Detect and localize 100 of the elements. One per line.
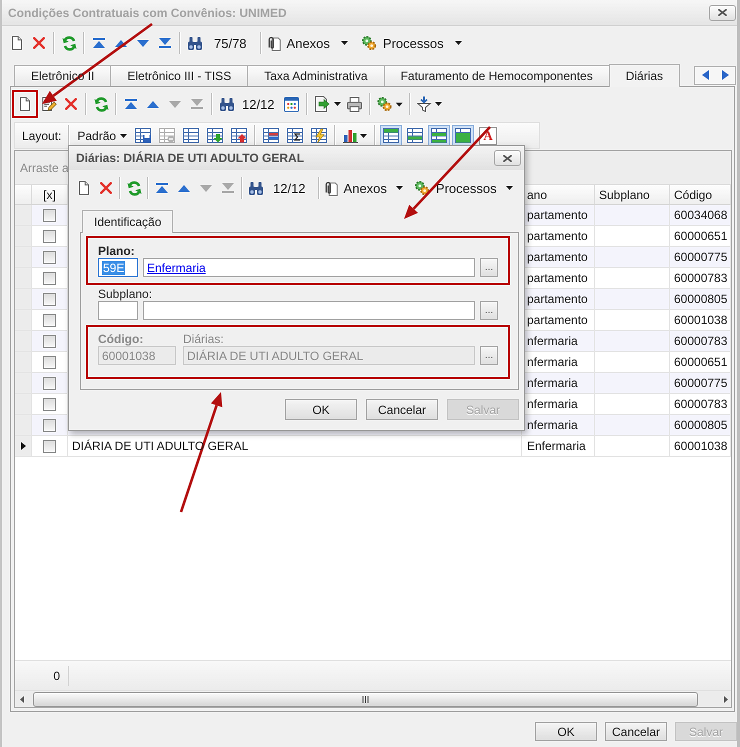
table-cell: 60000775 <box>670 247 731 267</box>
processes-menu-button[interactable]: Processos <box>412 176 516 200</box>
table-cell: 60000651 <box>670 226 731 246</box>
close-button[interactable] <box>709 4 736 20</box>
delete-icon[interactable] <box>65 98 77 110</box>
binoculars-icon[interactable] <box>249 182 263 194</box>
scroll-left-icon[interactable] <box>20 696 24 702</box>
table-cell: 60000783 <box>670 331 731 351</box>
toolbar-label: Layout: <box>22 128 62 142</box>
table-up-arrow-icon[interactable] <box>231 128 248 143</box>
cancel-button[interactable]: Cancelar <box>366 399 438 420</box>
delete-icon[interactable] <box>100 182 112 194</box>
column-header: Subplano <box>595 185 670 204</box>
layout-dropdown[interactable]: Padrão <box>73 124 132 146</box>
table-rows-icon[interactable] <box>263 128 280 143</box>
table-cell: 60000775 <box>670 373 731 393</box>
checkbox[interactable] <box>43 272 56 284</box>
footer-count: 0 <box>15 666 69 686</box>
scrollbar-thumb[interactable] <box>33 692 698 706</box>
table-icon[interactable] <box>183 128 200 143</box>
input-field[interactable] <box>143 301 475 320</box>
table-cell: 60001038 <box>670 436 731 456</box>
scroll-right-icon[interactable] <box>722 70 728 80</box>
attachments-menu-button[interactable]: Anexos <box>322 176 406 200</box>
next-icon[interactable] <box>137 40 149 46</box>
checkbox[interactable] <box>43 334 56 348</box>
new-document-icon[interactable] <box>12 36 22 50</box>
close-button[interactable] <box>494 150 521 166</box>
gears-icon <box>362 36 377 50</box>
refresh-icon[interactable] <box>94 96 108 112</box>
binoculars-icon[interactable] <box>220 98 234 110</box>
tab[interactable]: Identificação <box>82 210 174 233</box>
close-icon <box>718 9 727 16</box>
previous-icon[interactable] <box>115 40 127 46</box>
new-document-icon[interactable] <box>20 97 30 111</box>
first-icon[interactable] <box>93 38 105 48</box>
attachments-menu-button[interactable]: Anexos <box>264 31 351 55</box>
binoculars-icon[interactable] <box>188 36 202 50</box>
field-label: Subplano: <box>98 287 152 301</box>
record-counter: 75/78 <box>214 36 247 50</box>
table-floppy-icon[interactable] <box>135 128 152 143</box>
field-label: Plano: <box>98 244 135 258</box>
field-label: Diárias: <box>183 332 224 346</box>
first-icon[interactable] <box>156 183 168 193</box>
cancel-button[interactable]: Cancelar <box>605 722 667 741</box>
previous-icon[interactable] <box>147 100 159 108</box>
caret-icon <box>120 134 128 138</box>
ok-button[interactable]: OK <box>285 399 357 420</box>
checkbox[interactable] <box>43 418 56 432</box>
paperclip-icon <box>268 36 281 50</box>
sigma-table-icon[interactable] <box>287 128 304 143</box>
ok-button[interactable]: OK <box>535 722 597 741</box>
record-counter: 12/12 <box>242 96 275 112</box>
tab[interactable]: Faturamento de Hemocomponentes <box>384 65 610 86</box>
checkbox[interactable] <box>43 314 56 326</box>
checkbox[interactable] <box>43 398 56 410</box>
table-cell: 60034068 <box>670 205 731 225</box>
tab[interactable]: Diárias <box>608 64 680 87</box>
delete-icon[interactable] <box>33 37 45 49</box>
processes-menu-button[interactable]: Processos <box>358 31 465 55</box>
table-down-arrow-icon[interactable] <box>207 128 224 143</box>
grid-dots-icon[interactable] <box>284 96 300 112</box>
browse-button[interactable]: ... <box>480 258 498 277</box>
dialog-title: Diárias: DIÁRIA DE UTI ADULTO GERAL <box>76 151 304 165</box>
checkbox[interactable] <box>43 208 56 222</box>
gears-dropdown-icon[interactable] <box>376 96 403 112</box>
checkbox[interactable] <box>43 356 56 368</box>
checkbox[interactable] <box>43 230 56 242</box>
table-cell: 60000805 <box>670 289 731 309</box>
table-striped-icon[interactable] <box>428 125 450 146</box>
table-cell: 60000805 <box>670 415 731 435</box>
scrollbar[interactable] <box>15 690 731 707</box>
first-icon[interactable] <box>125 99 137 109</box>
table-cell: 60000783 <box>670 268 731 288</box>
new-document-icon[interactable] <box>79 181 89 195</box>
refresh-icon[interactable] <box>126 180 142 196</box>
input-field[interactable]: Enfermaria <box>143 258 475 277</box>
browse-button[interactable]: ... <box>480 301 498 320</box>
funnel-dropdown-icon[interactable] <box>416 96 442 112</box>
field-label: Código: <box>98 332 144 346</box>
row-header[interactable] <box>15 436 32 456</box>
bar-chart-dropdown-icon[interactable] <box>343 128 368 143</box>
scroll-left-icon[interactable] <box>702 70 708 80</box>
scroll-right-icon[interactable] <box>724 696 728 702</box>
table-top-row-icon[interactable] <box>380 125 402 146</box>
refresh-icon[interactable] <box>62 36 76 50</box>
checkbox[interactable] <box>43 440 56 452</box>
document-arrow-dropdown-icon[interactable] <box>314 96 341 112</box>
checkbox[interactable] <box>43 376 56 390</box>
last-icon[interactable] <box>159 38 171 48</box>
checkbox[interactable] <box>43 250 56 264</box>
table-cell: 60001038 <box>670 310 731 330</box>
printer-icon[interactable] <box>347 96 362 112</box>
lightning-table-icon[interactable] <box>311 128 328 143</box>
tab[interactable]: Eletrônico III - TISS <box>110 65 248 86</box>
input-field[interactable] <box>98 301 138 320</box>
checkbox[interactable] <box>43 292 56 306</box>
caret-icon <box>454 41 462 45</box>
tab[interactable]: Taxa Administrativa <box>247 65 385 86</box>
table-filled-icon[interactable] <box>452 125 474 146</box>
